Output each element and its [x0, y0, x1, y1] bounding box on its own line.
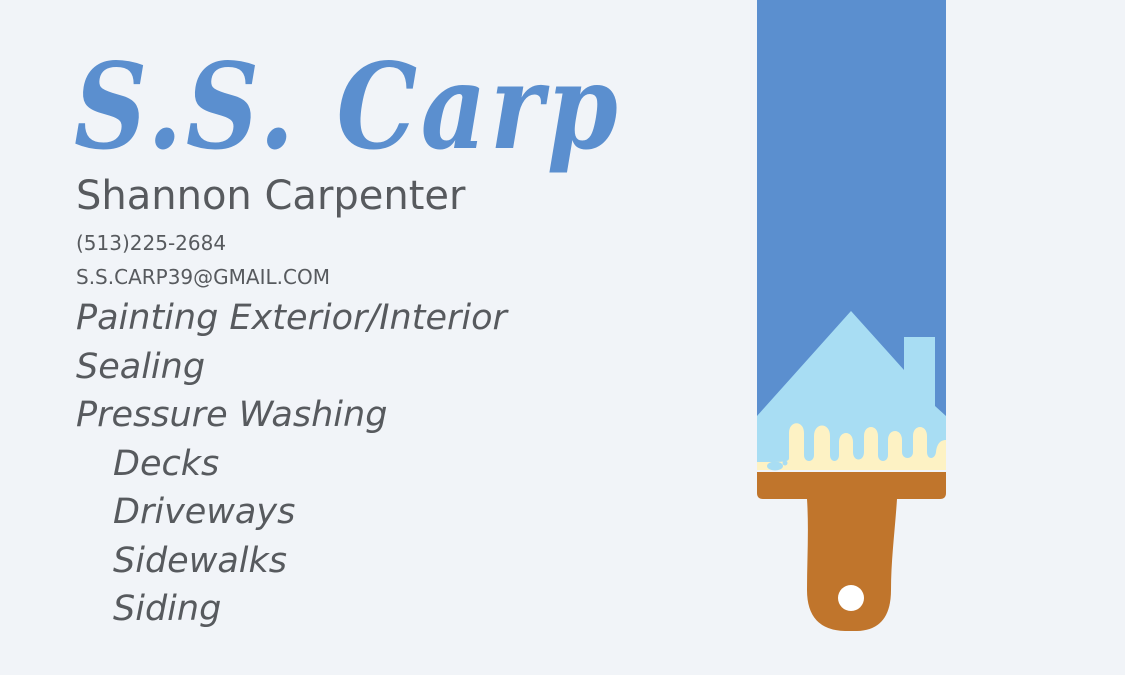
- business-card: S.S. Carp Shannon Carpenter (513)225-268…: [0, 0, 1125, 675]
- service-item: Painting Exterior/Interior: [76, 298, 507, 338]
- brush-handle: [807, 499, 897, 631]
- service-item: Pressure Washing: [76, 395, 388, 435]
- service-subitem: Sidewalks: [113, 540, 287, 581]
- service-subitem: Siding: [113, 589, 222, 629]
- phone-number: (513)225-2684: [76, 231, 227, 255]
- paint-drop: [767, 461, 783, 471]
- service-item: Sealing: [76, 346, 206, 387]
- owner-name: Shannon Carpenter: [76, 173, 466, 219]
- services-list: Painting Exterior/Interior Sealing Press…: [76, 294, 507, 634]
- brush-ferrule: [757, 472, 946, 499]
- service-subitem: Driveways: [113, 492, 296, 532]
- paintbrush-icon: [757, 0, 946, 631]
- logo-wordmark: S.S. Carp: [74, 37, 622, 176]
- service-subitem: Decks: [113, 443, 220, 484]
- paint-drop: [782, 460, 788, 466]
- handle-hole: [838, 585, 864, 611]
- email-address: S.S.CARP39@GMAIL.COM: [76, 265, 330, 289]
